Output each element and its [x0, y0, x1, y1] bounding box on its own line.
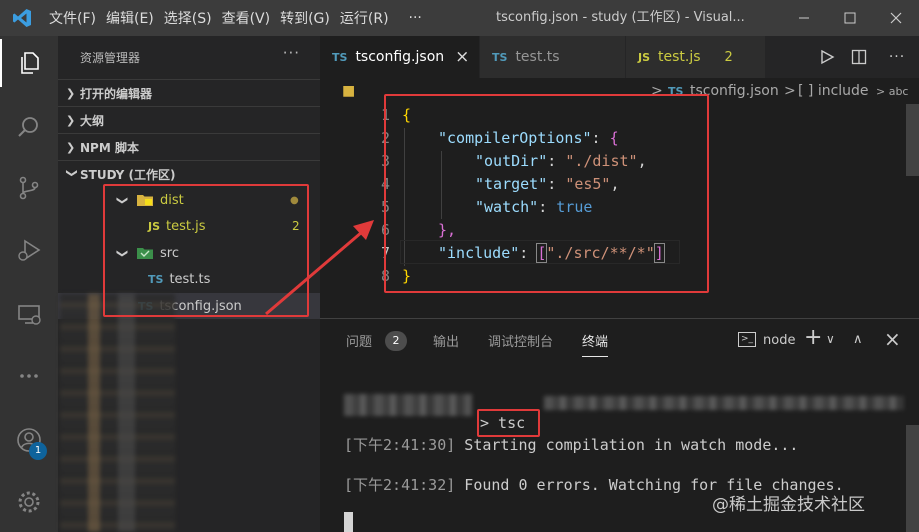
- terminal-shell-selector[interactable]: node: [763, 333, 795, 348]
- new-terminal-icon[interactable]: +: [804, 325, 822, 350]
- terminal-line: [下午2:41:30] Starting compilation in watc…: [344, 436, 799, 454]
- section-workspace[interactable]: ❯ STUDY (工作区): [58, 160, 320, 187]
- panel-tabs: 问题 2 输出 调试控制台 终端 >_ node + ∨ ∧ ×: [320, 319, 919, 361]
- annotation-box-tsc: [477, 409, 540, 437]
- js-file-icon: JS: [638, 50, 651, 64]
- close-tab-icon[interactable]: ×: [455, 47, 469, 67]
- terminal-scrollbar[interactable]: [906, 425, 919, 532]
- section-label: 大纲: [80, 113, 105, 128]
- tab-output[interactable]: 输出: [433, 331, 459, 350]
- section-open-editors[interactable]: ❯ 打开的编辑器: [58, 79, 320, 106]
- menu-file[interactable]: 文件(F): [44, 8, 101, 28]
- breadcrumb-tail: > abc: [876, 84, 909, 98]
- tab-test-ts[interactable]: TS test.ts: [480, 36, 626, 78]
- section-label: NPM 脚本: [80, 140, 139, 155]
- split-editor-icon[interactable]: [843, 36, 875, 78]
- accounts-icon[interactable]: 1: [0, 416, 58, 464]
- tab-label: test.ts: [515, 49, 560, 65]
- blurred-prompt: [344, 394, 472, 416]
- chevron-right-icon: ❯: [66, 86, 76, 100]
- blurred-prompt: [544, 396, 904, 410]
- source-control-icon[interactable]: [0, 164, 58, 212]
- section-outline[interactable]: ❯ 大纲: [58, 106, 320, 133]
- remote-explorer-icon[interactable]: [0, 290, 58, 338]
- menu-bar: 文件(F) 编辑(E) 选择(S) 查看(V) 转到(G) 运行(R) ···: [44, 0, 427, 36]
- section-label: STUDY (工作区): [80, 167, 176, 182]
- annotation-box-code: [384, 94, 709, 293]
- watermark: @稀土掘金技术社区: [712, 495, 865, 515]
- tab-tsconfig[interactable]: TS tsconfig.json ×: [320, 36, 480, 78]
- terminal-icon: >_: [738, 332, 756, 347]
- close-panel-icon[interactable]: ×: [884, 327, 901, 351]
- explorer-title: 资源管理器: [80, 51, 141, 65]
- blurred-region: [60, 294, 175, 532]
- menu-go[interactable]: 转到(G): [275, 8, 335, 28]
- tab-debug-console[interactable]: 调试控制台: [488, 331, 553, 350]
- close-window-icon[interactable]: [873, 0, 919, 36]
- run-debug-icon[interactable]: [0, 226, 58, 274]
- explorer-header: 资源管理器 ···: [58, 36, 320, 79]
- section-npm-scripts[interactable]: ❯ NPM 脚本: [58, 133, 320, 160]
- maximize-icon[interactable]: [827, 0, 873, 36]
- maximize-panel-icon[interactable]: ∧: [853, 332, 863, 347]
- annotation-box-tree: [103, 184, 309, 317]
- breadcrumb-sep: >: [784, 83, 796, 99]
- folder-icon: ■: [342, 83, 356, 99]
- explorer-icon[interactable]: [0, 39, 58, 87]
- editor-scrollbar[interactable]: [906, 104, 919, 176]
- menu-more[interactable]: ···: [404, 10, 427, 26]
- section-label: 打开的编辑器: [80, 86, 153, 101]
- ts-file-icon: TS: [332, 50, 348, 64]
- title-bar: 文件(F) 编辑(E) 选择(S) 查看(V) 转到(G) 运行(R) ··· …: [0, 0, 919, 36]
- tab-test-js[interactable]: JS test.js 2: [626, 36, 766, 78]
- terminal-cursor: [344, 512, 353, 532]
- tab-terminal[interactable]: 终端: [582, 331, 609, 357]
- chevron-right-icon: ❯: [66, 113, 76, 127]
- problems-count-badge: 2: [724, 49, 733, 65]
- problems-badge: 2: [385, 331, 407, 351]
- minimize-icon[interactable]: [781, 0, 827, 36]
- chevron-right-icon: ❯: [66, 140, 76, 154]
- tab-label: test.js: [658, 49, 701, 65]
- settings-gear-icon[interactable]: [0, 478, 58, 526]
- more-actions-icon[interactable]: ···: [881, 36, 913, 78]
- search-icon[interactable]: [0, 103, 58, 151]
- menu-run[interactable]: 运行(R): [335, 8, 394, 28]
- menu-selection[interactable]: 选择(S): [159, 8, 217, 28]
- editor-tabs: TS tsconfig.json × TS test.ts JS test.js…: [320, 36, 919, 78]
- tab-label: tsconfig.json: [355, 49, 445, 65]
- menu-view[interactable]: 查看(V): [217, 8, 276, 28]
- more-views-icon[interactable]: [0, 352, 58, 400]
- vscode-logo-icon: [0, 0, 44, 36]
- activity-bar: 1: [0, 36, 58, 532]
- breadcrumb-include[interactable]: [ ] include: [798, 83, 869, 99]
- run-icon[interactable]: [811, 36, 843, 78]
- chevron-down-icon: ❯: [65, 168, 79, 178]
- chevron-down-icon[interactable]: ∨: [826, 332, 835, 346]
- window-title: tsconfig.json - study (工作区) - Visual...: [496, 10, 745, 25]
- ts-file-icon: TS: [492, 50, 508, 64]
- explorer-more-icon[interactable]: ···: [283, 44, 300, 62]
- accounts-badge: 1: [29, 442, 47, 460]
- menu-edit[interactable]: 编辑(E): [101, 8, 159, 28]
- tab-problems[interactable]: 问题: [346, 331, 372, 350]
